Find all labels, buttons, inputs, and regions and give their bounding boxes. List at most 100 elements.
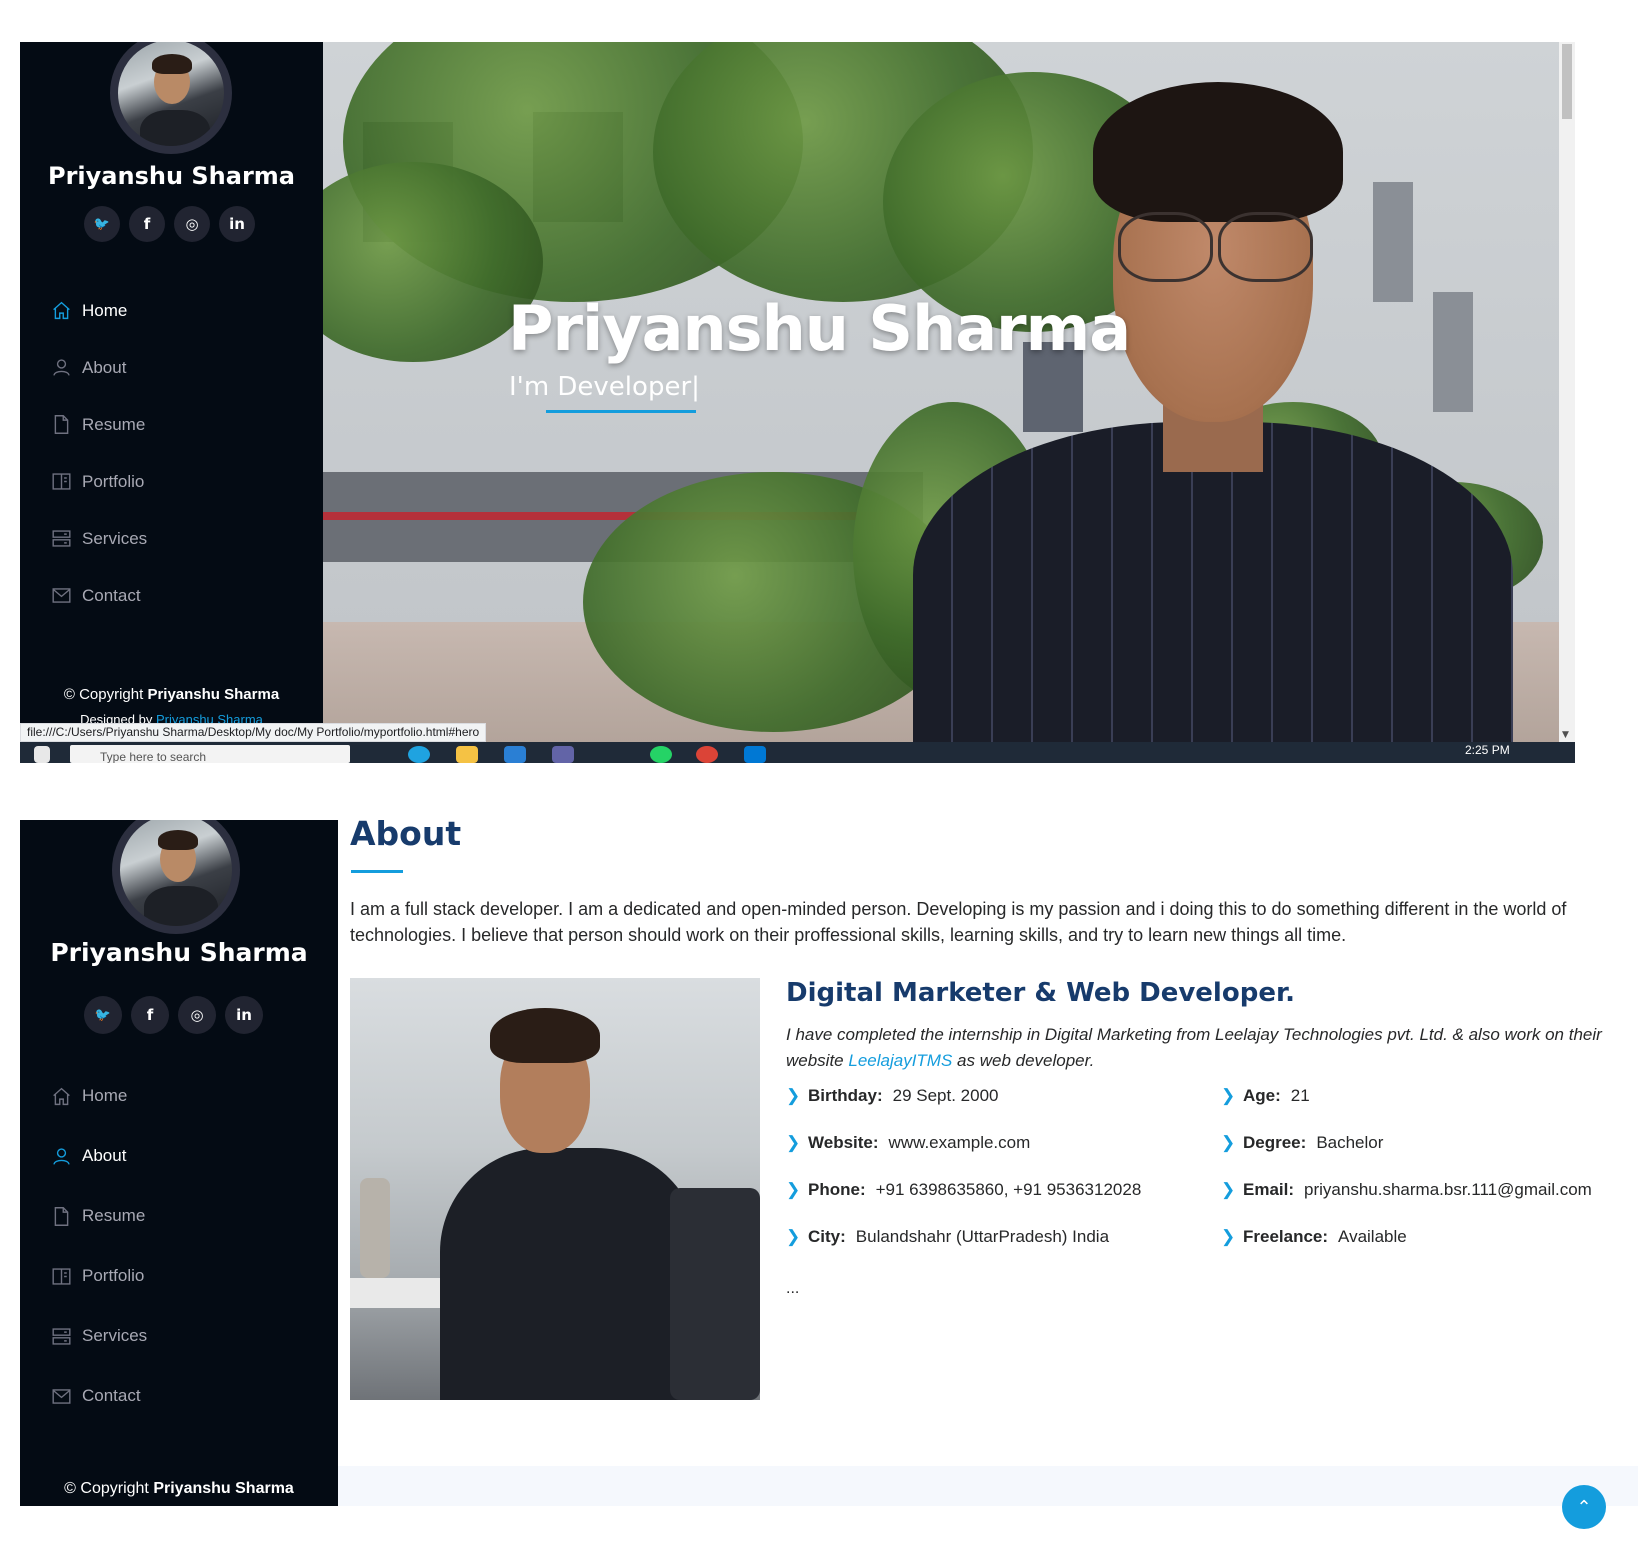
book-icon [50,1265,72,1287]
server-icon [50,528,72,550]
photo-person-hair [490,1008,600,1063]
nav-label: Resume [82,414,146,434]
next-section-strip [338,1466,1638,1506]
nav-label: Portfolio [82,1266,145,1285]
chevron-right-icon: ❯ [786,1227,801,1246]
info-list-left: ❯ Birthday: 29 Sept. 2000 ❯ Website: www.exa… [786,1086,1141,1274]
photo-bottle [360,1178,390,1278]
nav-label: Home [82,1086,128,1105]
footer-copyright: © Copyright Priyanshu Sharma [20,686,323,703]
facebook-icon[interactable]: f [129,206,165,242]
nav-item-services[interactable]: Services [50,1306,147,1366]
windows-start-icon[interactable] [34,746,50,763]
nav-item-resume[interactable]: Resume [50,1186,147,1246]
nav-label: Contact [82,1386,141,1405]
back-to-top-button[interactable]: ⌃ [1562,1485,1606,1529]
about-description: I am a full stack developer. I am a dedi… [350,899,1567,945]
nav-item-about[interactable]: About [50,1126,147,1186]
nav-item-portfolio[interactable]: Portfolio [50,1246,147,1306]
linkedin-icon[interactable]: in [225,996,263,1034]
about-screenshot: Priyanshu Sharma 🐦 f ◎ in Home About Res… [20,820,1638,1506]
scroll-down-arrow-icon[interactable]: ▼ [1562,730,1569,740]
nav-item-portfolio[interactable]: Portfolio [50,453,147,510]
info-value: www.example.com [888,1133,1031,1152]
nav-label: Portfolio [82,471,145,491]
info-label: Email: [1243,1180,1295,1199]
about-card-title: Digital Marketer & Web Developer. [786,978,1295,1008]
chevron-right-icon: ❯ [1221,1227,1236,1246]
hero-section: Priyanshu Sharma I'm Developer| [323,42,1559,742]
profile-name: Priyanshu Sharma [48,162,295,190]
home-icon [50,1085,72,1107]
linkedin-icon[interactable]: in [219,206,255,242]
envelope-icon [50,585,72,607]
page-scrollbar[interactable]: ▼ [1559,42,1575,742]
nav-item-resume[interactable]: Resume [50,396,147,453]
info-label: Age: [1243,1086,1281,1105]
profile-name: Priyanshu Sharma [50,938,308,967]
info-list-right: ❯ Age: 21 ❯ Degree: Bachelor ❯ Email: priyansh… [1221,1086,1592,1274]
arrow-up-icon: ⌃ [1576,1496,1592,1518]
nav-item-home[interactable]: Home [50,1066,147,1126]
nav-item-contact[interactable]: Contact [50,567,147,624]
edge-icon[interactable] [408,746,430,763]
section-title-underline [351,870,403,873]
about-photo [350,978,760,1400]
info-label: Website: [808,1133,879,1152]
teams-icon[interactable] [552,746,574,763]
nav-menu: Home About Resume Portfolio Services Con… [50,282,147,624]
info-freelance: ❯ Freelance: Available [1221,1227,1592,1274]
info-value: 21 [1290,1086,1310,1105]
scrollbar-thumb[interactable] [1562,44,1572,119]
info-value: 29 Sept. 2000 [892,1086,999,1105]
hero-person-glasses [1218,212,1313,282]
windows-taskbar: Type here to search 2:25 PM [20,742,1575,763]
folder-icon[interactable] [456,746,478,763]
info-value: Bachelor [1316,1133,1384,1152]
copyright-name: Priyanshu Sharma [153,1480,294,1497]
twitter-icon[interactable]: 🐦 [84,996,122,1034]
home-icon [50,300,72,322]
info-label: Degree: [1243,1133,1307,1152]
photo-person-body [440,1148,700,1400]
instagram-icon[interactable]: ◎ [174,206,210,242]
nav-item-about[interactable]: About [50,339,147,396]
whatsapp-icon[interactable] [650,746,672,763]
twitter-icon[interactable]: 🐦 [84,206,120,242]
file-icon [50,1205,72,1227]
vscode-icon[interactable] [744,746,766,763]
nav-menu: Home About Resume Portfolio Services Con… [50,1066,147,1426]
info-label: Phone: [808,1180,866,1199]
nav-label: Services [82,1326,148,1345]
info-age: ❯ Age: 21 [1221,1086,1592,1133]
hero-person-glasses [1118,212,1213,282]
social-links: 🐦 f ◎ in [84,206,255,242]
copyright-prefix: © Copyright [63,686,144,703]
store-icon[interactable] [504,746,526,763]
chevron-right-icon: ❯ [1221,1086,1236,1105]
about-card-description: I have completed the internship in Digit… [786,1022,1616,1074]
book-icon [50,471,72,493]
nav-item-home[interactable]: Home [50,282,147,339]
info-value: +91 6398635860, +91 9536312028 [875,1180,1142,1199]
info-value: Bulandshahr (UttarPradesh) India [855,1227,1110,1246]
chrome-icon[interactable] [696,746,718,763]
info-label: City: [808,1227,846,1246]
chevron-right-icon: ❯ [786,1086,801,1105]
copyright-prefix: © Copyright [64,1480,149,1497]
nav-label: About [82,357,127,377]
info-birthday: ❯ Birthday: 29 Sept. 2000 [786,1086,1141,1133]
nav-item-contact[interactable]: Contact [50,1366,147,1426]
taskbar-search-input[interactable]: Type here to search [70,745,350,763]
person-icon [50,1145,72,1167]
hero-screenshot: Priyanshu Sharma 🐦 f ◎ in Home About Res… [20,42,1575,763]
leelajay-link[interactable]: LeelajayITMS [848,1051,952,1070]
copyright-name: Priyanshu Sharma [147,686,280,703]
chevron-right-icon: ❯ [1221,1180,1236,1199]
nav-label: Services [82,528,148,548]
facebook-icon[interactable]: f [131,996,169,1034]
hero-person-hair [1093,82,1343,222]
nav-item-services[interactable]: Services [50,510,147,567]
instagram-icon[interactable]: ◎ [178,996,216,1034]
sidebar: Priyanshu Sharma 🐦 f ◎ in Home About Res… [20,42,323,742]
